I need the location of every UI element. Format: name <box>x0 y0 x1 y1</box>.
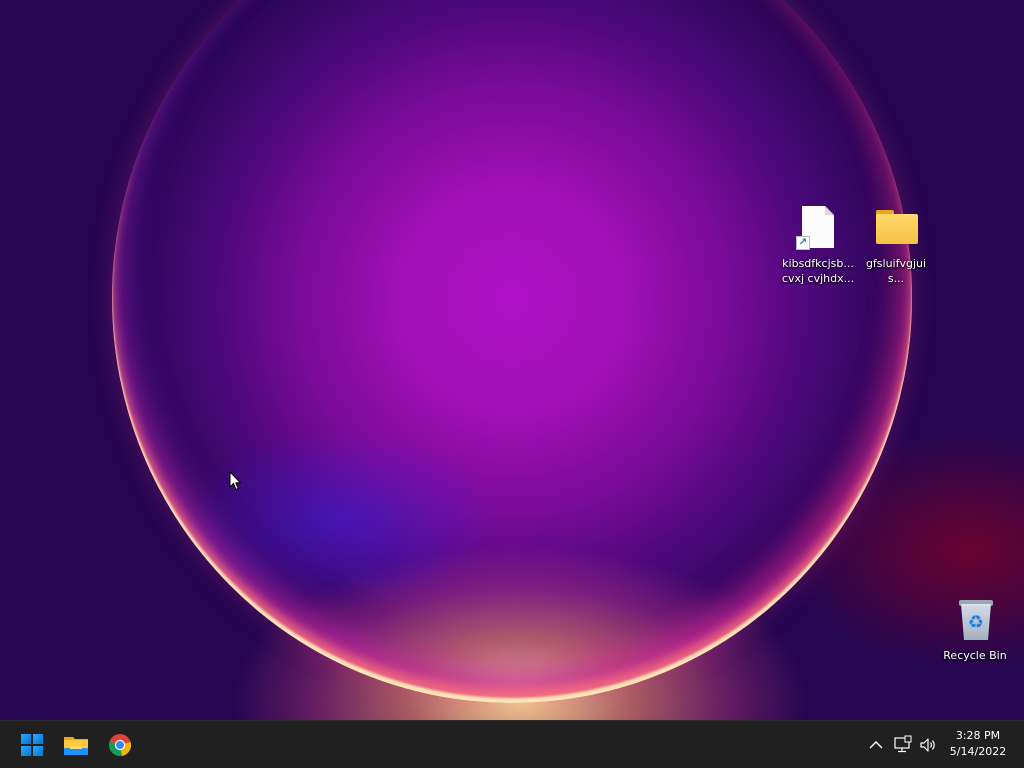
desktop[interactable]: ↗ kibsdfkcjsb... cvxj cvjhdx... gfsluifv… <box>0 0 1024 720</box>
mouse-pointer-icon <box>229 471 241 490</box>
taskbar: 3:28 PM 5/14/2022 <box>0 720 1024 768</box>
recycle-bin-icon: ♻ <box>951 596 999 644</box>
start-button[interactable] <box>12 725 52 765</box>
taskbar-clock[interactable]: 3:28 PM 5/14/2022 <box>944 728 1012 760</box>
clock-date: 5/14/2022 <box>949 745 1007 758</box>
windows-logo-icon <box>21 734 43 756</box>
shortcut-file-icon: ↗ <box>794 204 842 252</box>
chevron-up-icon[interactable] <box>866 735 886 755</box>
wallpaper-glow <box>180 430 500 610</box>
chrome-button[interactable] <box>100 725 140 765</box>
volume-icon[interactable] <box>918 735 938 755</box>
desktop-icon-label: Recycle Bin <box>943 649 1007 662</box>
desktop-icon-label: kibsdfkcjsb... cvxj cvjhdx... <box>781 257 855 285</box>
desktop-icon-file-shortcut[interactable]: ↗ kibsdfkcjsb... cvxj cvjhdx... <box>780 204 856 286</box>
file-explorer-button[interactable] <box>56 725 96 765</box>
network-icon[interactable] <box>893 735 913 755</box>
clock-time: 3:28 PM <box>955 729 1001 742</box>
wallpaper-orb-rim <box>112 0 912 703</box>
shortcut-arrow-icon: ↗ <box>796 236 810 250</box>
folder-icon <box>872 204 920 252</box>
desktop-icon-recycle-bin[interactable]: ♻ Recycle Bin <box>937 596 1013 663</box>
file-explorer-icon <box>64 737 88 755</box>
chrome-icon <box>108 734 132 757</box>
desktop-icon-label: gfsluifvgjuis... <box>865 257 927 285</box>
desktop-icon-folder[interactable]: gfsluifvgjuis... <box>858 204 934 286</box>
